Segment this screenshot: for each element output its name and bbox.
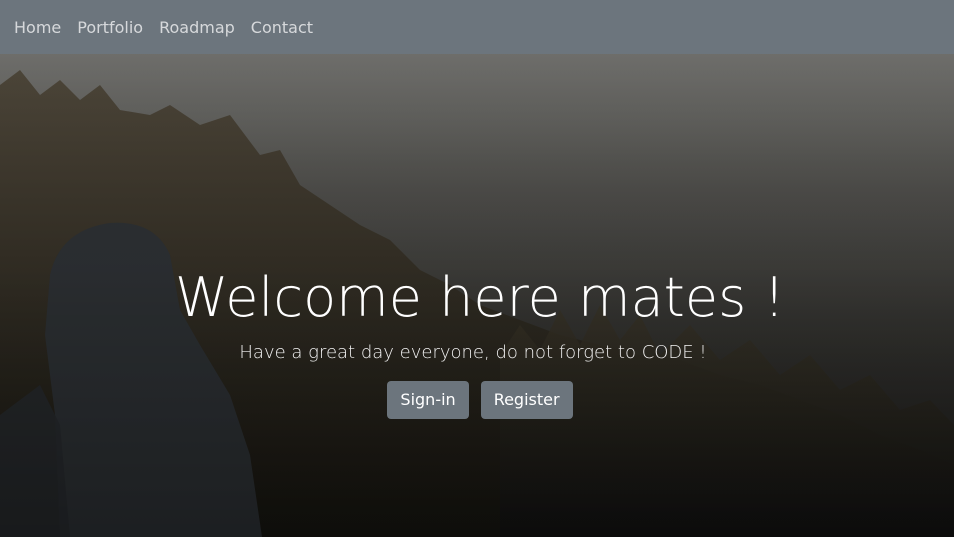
nav-link-roadmap[interactable]: Roadmap: [151, 10, 243, 45]
nav-link-portfolio[interactable]: Portfolio: [69, 10, 151, 45]
hero-title: Welcome here mates !: [174, 266, 786, 329]
top-navbar: Home Portfolio Roadmap Contact: [0, 0, 954, 54]
sign-in-button[interactable]: Sign-in: [387, 381, 469, 419]
hero-content: Welcome here mates ! Have a great day ev…: [0, 262, 954, 419]
landing-page: Home Portfolio Roadmap Contact Welcome h…: [0, 0, 954, 537]
register-button[interactable]: Register: [480, 381, 573, 419]
nav-link-home[interactable]: Home: [6, 10, 69, 45]
nav-link-contact[interactable]: Contact: [243, 10, 321, 45]
hero-subtitle: Have a great day everyone, do not forget…: [239, 342, 707, 363]
hero-button-group: Sign-in Register: [3, 381, 954, 419]
